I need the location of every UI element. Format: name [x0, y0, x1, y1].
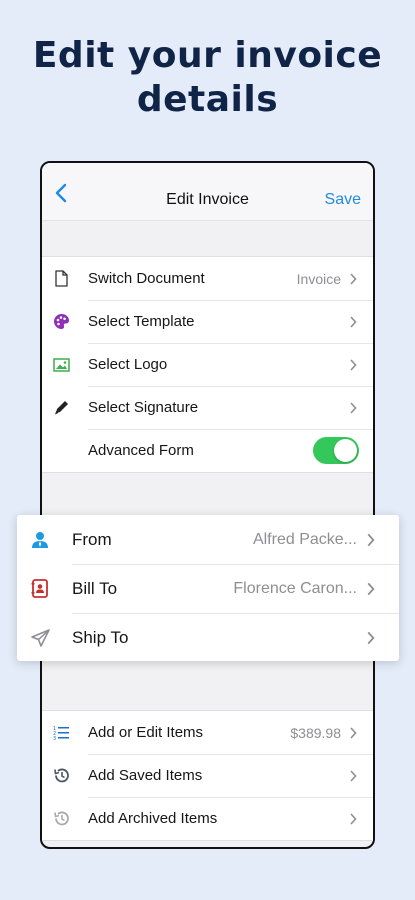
settings-group: Switch Document Invoice Select Template	[42, 256, 373, 473]
chevron-right-icon	[350, 315, 357, 328]
advanced-form-row: Advanced Form	[42, 429, 373, 472]
advanced-form-toggle[interactable]	[313, 437, 359, 464]
navigation-bar: Edit Invoice Save	[42, 163, 373, 221]
items-group: 1 2 3 Add or Edit Items $389.98 Add Save…	[42, 710, 373, 841]
toggle-knob	[334, 439, 357, 462]
bill-to-label: Bill To	[72, 578, 118, 598]
paper-plane-icon	[30, 628, 50, 648]
bill-to-value: Florence Caron...	[233, 579, 357, 597]
document-icon	[52, 270, 70, 288]
contact-book-icon	[30, 579, 50, 599]
save-button[interactable]: Save	[325, 191, 361, 209]
advanced-form-label: Advanced Form	[88, 442, 194, 459]
phone-screen: Edit Invoice Save Switch Document Invoic…	[40, 161, 375, 849]
select-template-row[interactable]: Select Template	[42, 300, 373, 343]
items-total-value: $389.98	[290, 724, 341, 741]
chevron-right-icon	[350, 769, 357, 782]
select-signature-row[interactable]: Select Signature	[42, 386, 373, 429]
promo-headline: Edit your invoice details	[0, 34, 415, 122]
add-archived-items-row[interactable]: Add Archived Items	[42, 797, 373, 840]
chevron-right-icon	[350, 272, 357, 285]
switch-document-row[interactable]: Switch Document Invoice	[42, 257, 373, 300]
select-logo-row[interactable]: Select Logo	[42, 343, 373, 386]
headline-line-1: Edit your invoice	[32, 35, 383, 76]
add-saved-items-row[interactable]: Add Saved Items	[42, 754, 373, 797]
select-signature-label: Select Signature	[88, 399, 199, 416]
chevron-right-icon	[367, 631, 375, 644]
from-row[interactable]: From Alfred Packe...	[17, 515, 399, 564]
svg-text:3: 3	[53, 736, 56, 740]
chevron-right-icon	[350, 812, 357, 825]
switch-document-label: Switch Document	[88, 270, 205, 287]
from-value: Alfred Packe...	[252, 530, 357, 548]
document-type-value: Invoice	[296, 270, 341, 287]
ship-to-label: Ship To	[72, 627, 129, 647]
select-logo-label: Select Logo	[88, 356, 168, 373]
from-label: From	[72, 529, 112, 549]
chevron-right-icon	[367, 533, 375, 546]
chevron-right-icon	[350, 401, 357, 414]
list-icon: 1 2 3	[52, 724, 70, 742]
add-saved-items-label: Add Saved Items	[88, 767, 203, 784]
image-icon	[52, 356, 70, 374]
bill-to-row[interactable]: Bill To Florence Caron...	[17, 564, 399, 613]
ship-to-row[interactable]: Ship To	[17, 613, 399, 662]
history-icon	[52, 767, 70, 785]
pencil-icon	[52, 399, 70, 417]
archive-history-icon	[52, 810, 70, 828]
add-edit-items-label: Add or Edit Items	[88, 724, 204, 741]
palette-icon	[52, 313, 70, 331]
chevron-right-icon	[350, 726, 357, 739]
add-archived-items-label: Add Archived Items	[88, 810, 218, 827]
parties-card: From Alfred Packe... Bill To Florence Ca…	[17, 515, 399, 661]
add-edit-items-row[interactable]: 1 2 3 Add or Edit Items $389.98	[42, 711, 373, 754]
page-title: Edit Invoice	[166, 191, 249, 208]
person-icon	[30, 530, 50, 550]
chevron-right-icon	[367, 582, 375, 595]
chevron-right-icon	[350, 358, 357, 371]
select-template-label: Select Template	[88, 313, 195, 330]
headline-line-2: details	[136, 79, 279, 120]
